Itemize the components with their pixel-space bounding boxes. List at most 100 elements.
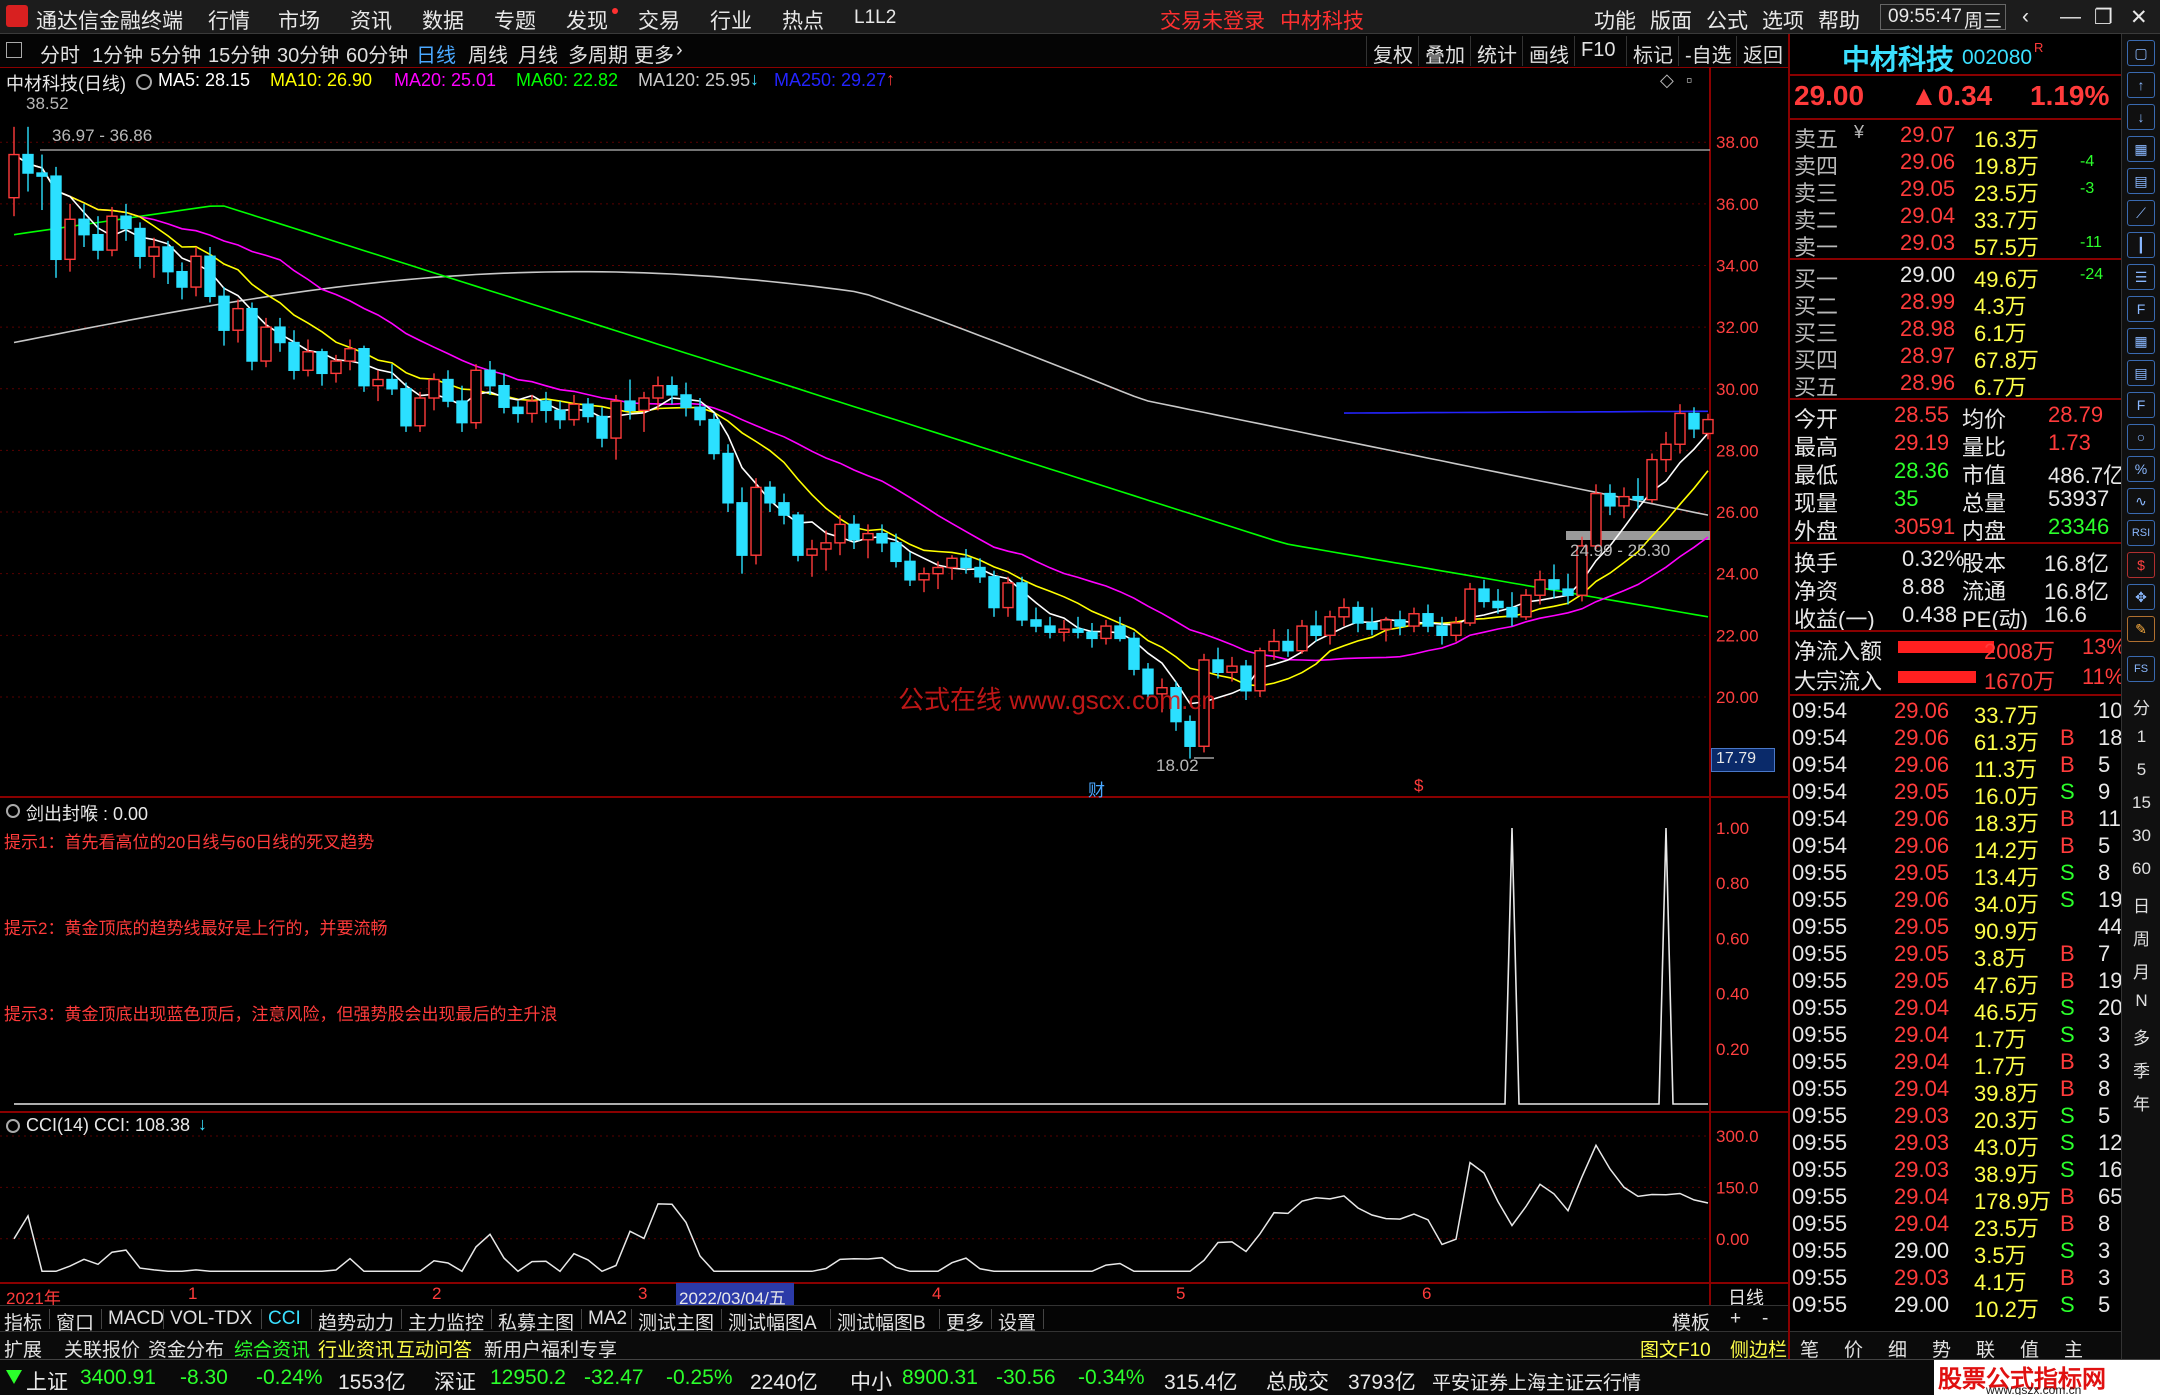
sidebar-circle-icon[interactable]: ○ (2127, 424, 2155, 450)
back-button[interactable]: 返回 (1736, 36, 1789, 67)
sidebar-period-1[interactable]: 1 (2122, 727, 2160, 747)
ext-item-5[interactable]: 互动问答 (396, 1335, 472, 1362)
stats-button[interactable]: 统计 (1470, 36, 1523, 67)
sidebar-period-2[interactable]: 5 (2122, 760, 2160, 780)
sidebar-period-4[interactable]: 30 (2122, 826, 2160, 846)
sidebar-grid-icon[interactable]: ▦ (2127, 328, 2155, 354)
zoom-out-button[interactable]: - (1762, 1308, 1768, 1330)
menu-market[interactable]: 市场 (278, 5, 320, 35)
ext-item-0[interactable]: 扩展 (4, 1335, 42, 1362)
adjust-button[interactable]: 复权 (1366, 36, 1419, 67)
minimize-icon[interactable]: — (2060, 5, 2081, 29)
sidebar-period-5[interactable]: 60 (2122, 859, 2160, 879)
panel-toggle-icon[interactable] (6, 42, 22, 58)
period-tab-weekly[interactable]: 周线 (468, 39, 508, 68)
sidebar-doc-icon[interactable]: ▤ (2127, 360, 2155, 386)
login-status[interactable]: 交易未登录 (1160, 5, 1265, 35)
ext-item-1[interactable]: 关联报价 (64, 1335, 140, 1362)
sidebar-period-10[interactable]: 多 (2122, 1024, 2160, 1049)
flow-row[interactable]: 净流入额 2008万 13% (1790, 634, 2126, 664)
menu-topics[interactable]: 专题 (494, 5, 536, 35)
sidebar-period-0[interactable]: 分 (2122, 694, 2160, 719)
menu-quotes[interactable]: 行情 (208, 5, 250, 35)
sidebar-move-icon[interactable]: ✥ (2127, 584, 2155, 610)
sidebar-kline-icon[interactable]: ┃ (2127, 232, 2155, 258)
sidebar-period-6[interactable]: 日 (2122, 892, 2160, 917)
sidebar-period-9[interactable]: N (2122, 991, 2160, 1011)
sidebar-period-3[interactable]: 15 (2122, 793, 2160, 813)
ext-item-6[interactable]: 新用户福利专享 (484, 1335, 617, 1362)
cci-collapse-icon[interactable] (6, 1119, 20, 1133)
sidebar-period-8[interactable]: 月 (2122, 958, 2160, 983)
menu-formula[interactable]: 公式 (1706, 5, 1748, 35)
sidebar-pen-icon[interactable]: ✎ (2127, 616, 2155, 642)
period-tab-daily[interactable]: 日线 (416, 39, 456, 68)
sidebar-period-12[interactable]: 年 (2122, 1090, 2160, 1115)
back-arrow-icon[interactable]: ‹ (2022, 5, 2029, 29)
menu-options[interactable]: 选项 (1762, 5, 1804, 35)
sidebar-period-7[interactable]: 周 (2122, 925, 2160, 950)
period-tab-15min[interactable]: 15分钟 (208, 39, 270, 68)
period-tab-60min[interactable]: 60分钟 (346, 39, 408, 68)
mark-button[interactable]: 标记 (1626, 36, 1679, 67)
menu-industry[interactable]: 行业 (710, 5, 752, 35)
period-tab-monthly[interactable]: 月线 (518, 39, 558, 68)
draw-button[interactable]: 画线 (1522, 36, 1575, 67)
indicator1-collapse-icon[interactable] (6, 804, 20, 818)
sidebar-rsi-icon[interactable]: RSI (2127, 520, 2155, 546)
sidebar-fs-icon[interactable]: FS (2127, 656, 2155, 682)
menu-trade[interactable]: 交易 (638, 5, 680, 35)
ext-item-3[interactable]: 综合资讯 (234, 1335, 310, 1362)
overlay-button[interactable]: 叠加 (1418, 36, 1471, 67)
sidebar-wave-icon[interactable]: ∿ (2127, 488, 2155, 514)
status-sz-label[interactable]: 深证 (434, 1366, 476, 1395)
ext-right-item-1[interactable]: 侧边栏 (1730, 1335, 1787, 1362)
menu-function[interactable]: 功能 (1594, 5, 1636, 35)
f10-button[interactable]: F10 (1574, 36, 1621, 66)
watchlist-button[interactable]: -自选 (1678, 36, 1738, 67)
sidebar-list-icon[interactable]: ☰ (2127, 264, 2155, 290)
menu-discover[interactable]: 发现 (566, 5, 608, 35)
period-tab-30min[interactable]: 30分钟 (277, 39, 339, 68)
chevron-right-icon[interactable]: › (676, 39, 683, 62)
sidebar-fin-icon[interactable]: F (2127, 296, 2155, 322)
ext-right-item-0[interactable]: 图文F10 (1640, 1335, 1711, 1362)
menu-hot[interactable]: 热点 (782, 5, 824, 35)
sidebar-percent-icon[interactable]: % (2127, 456, 2155, 482)
menu-layout[interactable]: 版面 (1650, 5, 1692, 35)
indicator-tab-8[interactable]: MA2 (588, 1308, 627, 1330)
period-tab-1min[interactable]: 1分钟 (92, 39, 143, 68)
sidebar-down-icon[interactable]: ↓ (2127, 104, 2155, 130)
indicator-tab-3[interactable]: VOL-TDX (170, 1308, 252, 1330)
sidebar-chart-icon-1[interactable]: ▦ (2127, 136, 2155, 162)
settings-dot-icon[interactable] (136, 74, 152, 90)
close-icon[interactable]: ✕ (2130, 5, 2148, 30)
indicator-tab-4[interactable]: CCI (268, 1308, 301, 1330)
period-tab-more[interactable]: 更多 (634, 39, 674, 68)
expand-diamond-icon[interactable]: ◇ (1660, 70, 1674, 91)
sidebar-icon-0[interactable]: ▢ (2127, 40, 2155, 66)
status-sh-label[interactable]: 上证 (26, 1366, 68, 1395)
marker-finance[interactable]: 财 (1088, 776, 1105, 801)
period-tab-multi[interactable]: 多周期 (568, 39, 628, 68)
period-tab-5min[interactable]: 5分钟 (150, 39, 201, 68)
sidebar-period-11[interactable]: 季 (2122, 1057, 2160, 1082)
flow-row[interactable]: 大宗流入 1670万 11% (1790, 664, 2124, 694)
ext-item-4[interactable]: 行业资讯 (318, 1335, 394, 1362)
marker-dollar[interactable]: $ (1414, 776, 1423, 796)
collapse-square-icon[interactable]: ▫ (1686, 70, 1692, 91)
kline-chart[interactable]: 38.0036.0034.0032.0030.0028.0026.0024.00… (0, 68, 1788, 1305)
sidebar-up-icon[interactable]: ↑ (2127, 72, 2155, 98)
ext-item-2[interactable]: 资金分布 (148, 1335, 224, 1362)
menu-news[interactable]: 资讯 (350, 5, 392, 35)
menu-l1l2[interactable]: L1L2 (854, 7, 896, 29)
menu-help[interactable]: 帮助 (1818, 5, 1860, 35)
zoom-in-button[interactable]: + (1730, 1308, 1741, 1330)
period-tab-intraday[interactable]: 分时 (40, 39, 80, 68)
restore-icon[interactable]: ❐ (2094, 5, 2113, 30)
status-zx-label[interactable]: 中小 (850, 1366, 892, 1395)
sidebar-f2-icon[interactable]: F (2127, 392, 2155, 418)
menu-data[interactable]: 数据 (422, 5, 464, 35)
sidebar-chart-icon-2[interactable]: ▤ (2127, 168, 2155, 194)
sidebar-line-icon[interactable]: ⟋ (2127, 200, 2155, 226)
